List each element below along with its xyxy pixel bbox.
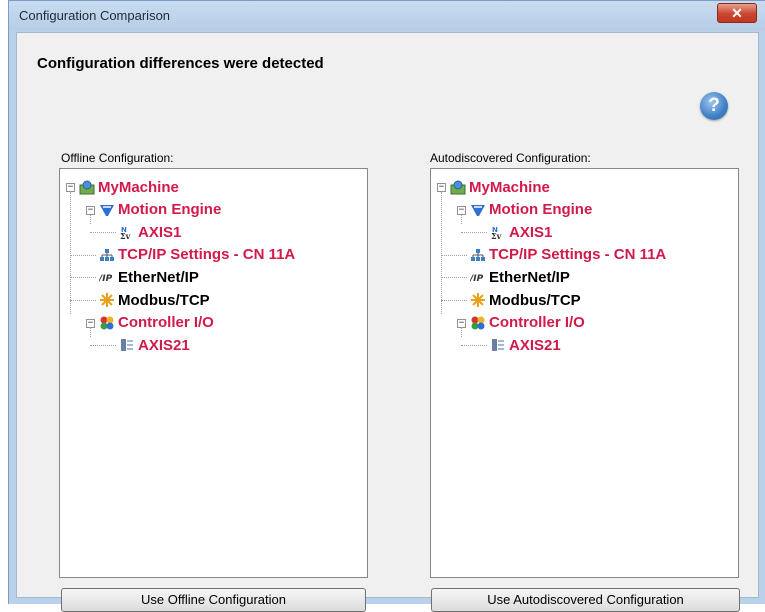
tree-node-label: MyMachine — [98, 178, 179, 196]
tree-node-label: Controller I/O — [489, 314, 585, 332]
dialog-window: Configuration Comparison ✕ Configuration… — [8, 0, 765, 612]
tree-guide-line — [441, 192, 442, 314]
motion-engine-icon — [99, 202, 115, 218]
close-button[interactable]: ✕ — [717, 3, 757, 23]
tree-node[interactable]: Controller I/O — [99, 314, 214, 332]
network-icon — [470, 247, 486, 263]
tree-node-label: MyMachine — [469, 178, 550, 196]
tree-node[interactable]: N Σv AXIS1 — [119, 223, 182, 242]
modbus-icon — [470, 292, 486, 308]
tree-guide-line — [461, 327, 462, 337]
tree-connector — [70, 300, 96, 301]
tree-connector — [441, 277, 467, 279]
tree-connector — [90, 345, 116, 347]
tree-node-label: EtherNet/IP — [489, 268, 570, 286]
tree-expander[interactable]: − — [457, 318, 466, 328]
window-title: Configuration Comparison — [19, 8, 171, 23]
autodiscovered-config-label: Autodiscovered Configuration: — [430, 151, 591, 165]
offline-config-label: Offline Configuration: — [61, 151, 174, 165]
controller-io-icon — [470, 315, 486, 331]
tree-node-label: TCP/IP Settings - CN 11A — [489, 246, 667, 264]
tree-node-label: Controller I/O — [118, 314, 214, 332]
tree-node-label: AXIS1 — [138, 223, 182, 241]
svg-text:Σv: Σv — [491, 231, 502, 240]
title-bar[interactable]: Configuration Comparison ✕ — [9, 1, 765, 31]
tree-node-label: Motion Engine — [489, 201, 593, 219]
tree-connector — [70, 254, 96, 256]
tree-guide-line — [461, 214, 462, 224]
use-autodiscovered-config-button[interactable]: Use Autodiscovered Configuration — [431, 588, 740, 612]
tree-node[interactable]: TCP/IP Settings - CN 11A — [99, 246, 295, 264]
page-title: Configuration differences were detected — [37, 55, 324, 72]
motion-engine-icon — [470, 202, 486, 218]
tree-guide-line — [90, 327, 91, 337]
network-icon — [99, 247, 115, 263]
tree-node[interactable]: TCP/IP Settings - CN 11A — [470, 246, 666, 264]
tree-node-label: Motion Engine — [118, 201, 222, 219]
tree-node-label: Modbus/TCP — [489, 291, 581, 309]
tree-expander[interactable]: − — [457, 205, 466, 215]
tree-connector — [461, 232, 487, 234]
offline-config-tree[interactable]: − MyMachine − Motion Engine N Σv AXIS1 TCP/IP S… — [59, 168, 368, 578]
autodiscovered-config-tree[interactable]: − MyMachine − Motion Engine N Σv AXIS1 TCP/IP S… — [430, 168, 739, 578]
tree-connector — [70, 277, 96, 279]
controller-io-icon — [99, 315, 115, 331]
machine-icon — [450, 179, 466, 195]
tree-connector — [441, 300, 467, 301]
svg-text:/IP: /IP — [99, 274, 113, 284]
tree-node[interactable]: Motion Engine — [99, 201, 221, 219]
tree-expander[interactable]: − — [86, 205, 95, 215]
help-icon[interactable]: ? — [700, 92, 728, 120]
tree-expander[interactable]: − — [437, 183, 446, 192]
tree-node[interactable]: Motion Engine — [470, 201, 592, 219]
svg-text:Σv: Σv — [120, 231, 131, 240]
tree-node[interactable]: AXIS21 — [490, 336, 561, 354]
tree-node-label: Modbus/TCP — [118, 291, 210, 309]
tree-node-label: AXIS21 — [138, 336, 190, 354]
tree-node-label: EtherNet/IP — [118, 268, 199, 286]
tree-expander[interactable]: − — [66, 183, 75, 192]
tree-node[interactable]: /IP EtherNet/IP — [469, 268, 570, 286]
svg-text:/IP: /IP — [470, 274, 484, 284]
dialog-body: Configuration differences were detected … — [16, 32, 759, 612]
axis-sigma-icon: N Σv — [490, 224, 506, 241]
ethernet-ip-icon: /IP — [469, 269, 486, 285]
tree-node[interactable]: MyMachine — [450, 178, 550, 196]
tree-connector — [90, 232, 116, 234]
tree-guide-line — [90, 214, 91, 224]
ethernet-ip-icon: /IP — [98, 269, 115, 285]
tree-node-label: TCP/IP Settings - CN 11A — [118, 246, 296, 264]
tree-node[interactable]: Controller I/O — [470, 314, 585, 332]
tree-node[interactable]: AXIS21 — [119, 336, 190, 354]
tree-node-label: AXIS1 — [509, 223, 553, 241]
tree-expander[interactable]: − — [86, 318, 95, 328]
use-offline-config-button[interactable]: Use Offline Configuration — [61, 588, 366, 612]
tree-node[interactable]: N Σv AXIS1 — [490, 223, 553, 242]
tree-guide-line — [70, 192, 71, 314]
tree-node[interactable]: Modbus/TCP — [99, 291, 210, 309]
tree-node[interactable]: /IP EtherNet/IP — [98, 268, 199, 286]
tree-node[interactable]: Modbus/TCP — [470, 291, 581, 309]
axis-sigma-icon: N Σv — [119, 224, 135, 241]
io-device-icon — [490, 337, 506, 353]
tree-node-label: AXIS21 — [509, 336, 561, 354]
machine-icon — [79, 179, 95, 195]
modbus-icon — [99, 292, 115, 308]
io-device-icon — [119, 337, 135, 353]
tree-connector — [441, 254, 467, 256]
tree-connector — [461, 345, 487, 347]
tree-node[interactable]: MyMachine — [79, 178, 179, 196]
